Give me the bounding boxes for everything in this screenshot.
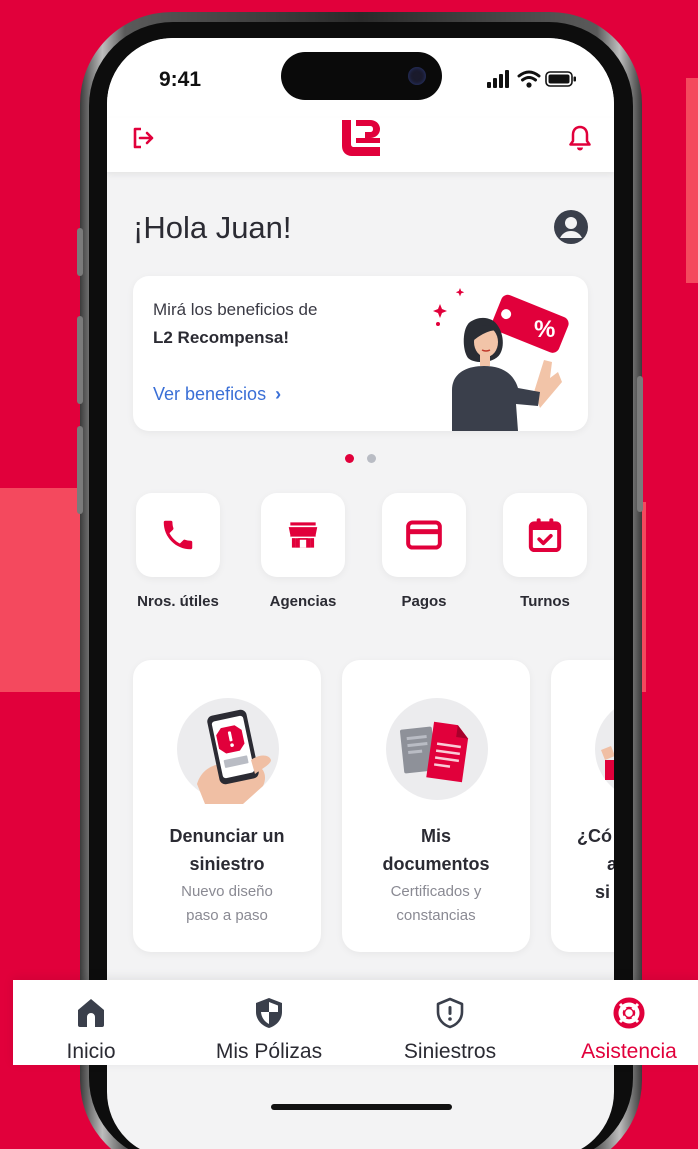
promo-text: Mirá los beneficios de	[153, 300, 318, 319]
store-icon	[288, 522, 318, 548]
card-title: Mis documentos	[342, 822, 530, 878]
phone-icon	[163, 520, 193, 550]
card-title-line: si	[595, 882, 611, 902]
nav-label: Mis Pólizas	[215, 1040, 323, 1063]
l2-logo	[342, 120, 380, 156]
promo-link[interactable]: Ver beneficios ›	[153, 384, 281, 405]
carousel-dot[interactable]	[366, 454, 376, 463]
nav-tab-asistencia[interactable]: Asistencia	[567, 980, 691, 1065]
card-denunciar-siniestro[interactable]: Denunciar un siniestro Nuevo diseño paso…	[133, 660, 321, 952]
carousel-indicator	[107, 450, 614, 468]
card-subtitle-line: Certificados y	[390, 883, 482, 900]
calendar-check-icon	[528, 518, 562, 552]
promo-illustration: %	[433, 288, 569, 431]
credit-card-icon	[406, 520, 442, 550]
wifi-icon	[517, 70, 541, 82]
promo-title: L2 Recompensa!	[153, 328, 290, 347]
card-subtitle-line: constancias	[396, 907, 476, 924]
card-title-line: siniestro	[189, 854, 265, 874]
promo-banner[interactable]: Mirá los beneficios de L2 Recompensa! Ve…	[133, 276, 588, 431]
quick-action-nros-utiles[interactable]: Nros. útiles	[135, 493, 221, 610]
status-bar: 9:41	[107, 38, 614, 118]
phone-button	[77, 228, 83, 276]
quick-action-agencias[interactable]: Agencias	[260, 493, 346, 610]
card-subtitle-line: Nuevo diseño	[181, 883, 273, 900]
quick-action-label: Turnos	[520, 593, 570, 610]
card-title-line: a	[607, 854, 614, 874]
quick-action-label: Nros. útiles	[137, 593, 219, 610]
quick-action-button[interactable]	[261, 493, 345, 577]
quick-action-turnos[interactable]: Turnos	[502, 493, 588, 610]
status-icons	[487, 70, 576, 88]
card-mis-documentos[interactable]: Mis documentos Certificados y constancia…	[342, 660, 530, 952]
card-subtitle: Nuevo diseño paso a paso	[133, 880, 321, 928]
status-time: 9:41	[159, 68, 202, 91]
home-icon	[78, 999, 104, 1027]
shield-alert-icon	[436, 997, 464, 1029]
promo-link-label: Ver beneficios	[153, 384, 267, 404]
card-title-line: ¿Có	[577, 826, 612, 846]
phone-button	[637, 376, 643, 512]
background-decoration	[686, 78, 698, 283]
quick-action-button[interactable]	[503, 493, 587, 577]
nav-label: Inicio	[66, 1040, 116, 1063]
bell-icon[interactable]	[566, 124, 594, 152]
nav-label: Siniestros	[403, 1040, 497, 1063]
quick-action-button[interactable]	[382, 493, 466, 577]
app-header	[107, 118, 614, 172]
logout-icon[interactable]	[129, 124, 157, 152]
promo-tag-text: %	[534, 316, 555, 343]
user-avatar-icon[interactable]	[554, 210, 588, 244]
card-subtitle-line: paso a paso	[186, 907, 268, 924]
card-title: Denunciar un siniestro	[133, 822, 321, 878]
battery-icon	[545, 71, 576, 87]
nav-label: Asistencia	[581, 1040, 677, 1063]
camera-icon	[408, 67, 426, 85]
signal-icon	[487, 70, 509, 88]
card-partial[interactable]: ¿Có a si	[551, 660, 614, 952]
nav-tab-inicio[interactable]: Inicio	[43, 980, 139, 1065]
carousel-dot-active[interactable]	[345, 454, 355, 463]
documents-illustration	[400, 721, 469, 783]
card-title-line: Mis	[420, 826, 451, 846]
dynamic-island	[281, 52, 442, 100]
chevron-right-icon: ›	[275, 384, 282, 404]
bottom-navigation: Inicio Mis Pólizas Siniestros Asistencia	[13, 980, 698, 1065]
nav-tab-mis-polizas[interactable]: Mis Pólizas	[199, 980, 339, 1065]
card-title-line: documentos	[382, 854, 490, 874]
card-illustration	[601, 746, 614, 780]
lifebuoy-icon	[613, 997, 645, 1029]
quick-action-label: Pagos	[401, 593, 447, 610]
greeting-title: ¡Hola Juan!	[133, 210, 292, 245]
phone-alert-illustration	[197, 709, 271, 804]
phone-button	[77, 316, 83, 404]
shield-icon	[256, 998, 282, 1028]
card-title: ¿Có a si	[577, 822, 614, 906]
phone-button	[77, 426, 83, 514]
home-indicator	[271, 1104, 452, 1110]
quick-action-pagos[interactable]: Pagos	[381, 493, 467, 610]
quick-action-button[interactable]	[136, 493, 220, 577]
card-subtitle: Certificados y constancias	[342, 880, 530, 928]
quick-action-label: Agencias	[269, 593, 337, 610]
nav-tab-siniestros[interactable]: Siniestros	[387, 980, 513, 1065]
card-title-line: Denunciar un	[169, 826, 285, 846]
